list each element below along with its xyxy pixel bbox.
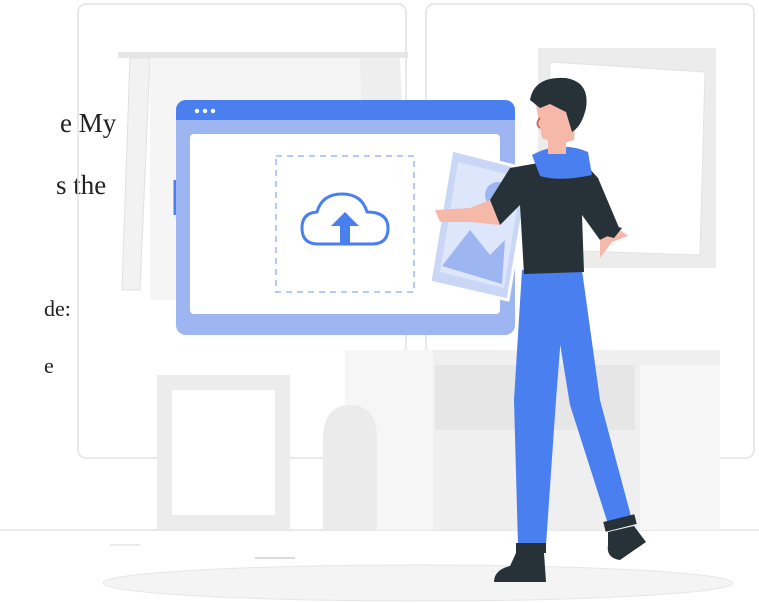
upload-illustration [0, 0, 759, 603]
window-dots-icon [194, 108, 216, 114]
upload-illustration-svg [0, 3, 759, 602]
leaning-frame-left [157, 375, 290, 530]
floor [0, 529, 759, 602]
